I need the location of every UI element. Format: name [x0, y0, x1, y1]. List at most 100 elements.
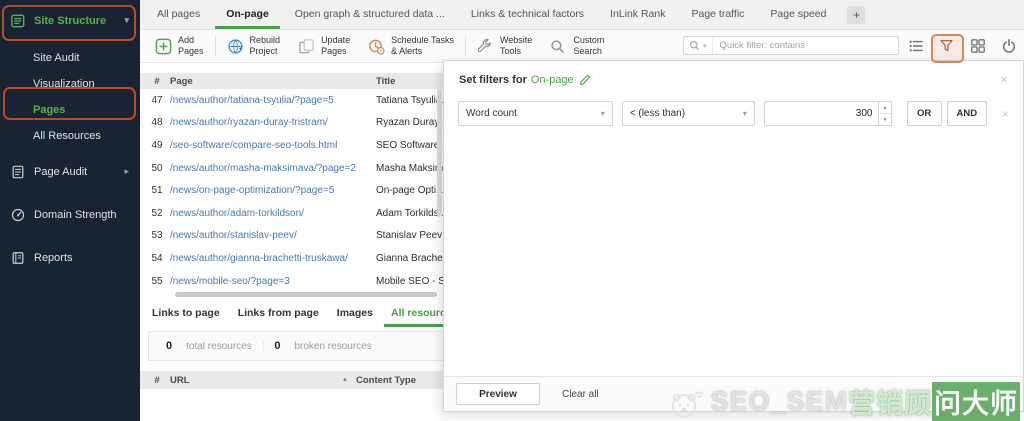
- add-pages-icon: [155, 38, 172, 55]
- column-header-num[interactable]: #: [144, 76, 170, 87]
- stepper-up-icon[interactable]: ▲: [879, 102, 890, 114]
- schedule-tasks-alerts-button[interactable]: Schedule Tasks& Alerts: [359, 35, 463, 58]
- resource-tab-links-from-page[interactable]: Links from page: [229, 302, 328, 327]
- row-number: 55: [144, 276, 170, 287]
- page-link[interactable]: /news/mobile-seo/?page=3: [170, 276, 376, 287]
- sidebar-item-all-resources[interactable]: All Resources: [0, 123, 140, 149]
- pencil-icon[interactable]: [579, 74, 591, 86]
- filter-field-select[interactable]: Word count ▾: [458, 101, 613, 126]
- resource-stats: 0 total resources | 0 broken resources: [148, 331, 474, 361]
- add-tab-button[interactable]: +: [847, 6, 865, 24]
- sort-asc-icon: ▲: [342, 377, 348, 383]
- resource-tab-links-to-page[interactable]: Links to page: [143, 302, 229, 327]
- filter-panel: Set filters for On-page × Word count ▾ <…: [443, 60, 1024, 412]
- pages-table: # Page Title 47 /news/author/tatiana-tsy…: [140, 73, 443, 292]
- sidebar-item-site-audit[interactable]: Site Audit: [0, 45, 140, 71]
- page-link[interactable]: /news/author/stanislav-peev/: [170, 230, 376, 241]
- toolbar-right-icons: [908, 38, 1017, 54]
- website-tools-button[interactable]: WebsiteTools: [468, 35, 541, 58]
- filter-panel-title: Set filters for: [459, 74, 527, 86]
- close-icon[interactable]: ×: [1000, 73, 1008, 86]
- page-title: On-page Opti...: [376, 185, 444, 196]
- table-row[interactable]: 49 /seo-software/compare-seo-tools.html …: [140, 134, 443, 157]
- total-resources-label: total resources: [186, 341, 252, 352]
- resource-tab-images[interactable]: Images: [328, 302, 382, 327]
- row-number: 53: [144, 230, 170, 241]
- vertical-scrollbar[interactable]: [437, 89, 442, 217]
- value-stepper: ▲ ▼: [879, 101, 891, 126]
- sidebar-item-visualization[interactable]: Visualization: [0, 71, 140, 97]
- clear-all-link[interactable]: Clear all: [562, 389, 599, 400]
- horizontal-scrollbar[interactable]: [175, 292, 437, 297]
- filter-operator-select[interactable]: < (less than) ▾: [622, 101, 755, 126]
- table-row[interactable]: 47 /news/author/tatiana-tsyulia/?page=5 …: [140, 89, 443, 112]
- tab-page-traffic[interactable]: Page traffic: [678, 1, 757, 29]
- rebuild-project-button[interactable]: RebuildProject: [218, 35, 290, 58]
- report-tabs: All pagesOn-pageOpen graph & structured …: [140, 0, 1024, 30]
- preview-button[interactable]: Preview: [456, 383, 540, 405]
- chevron-down-icon: ▾: [601, 109, 605, 118]
- toolbar-separator: [215, 36, 216, 56]
- table-row[interactable]: 55 /news/mobile-seo/?page=3 Mobile SEO -…: [140, 270, 443, 293]
- column-header-title[interactable]: Title: [376, 76, 443, 87]
- and-button[interactable]: AND: [947, 101, 987, 126]
- page-link[interactable]: /news/author/masha-maksimava/?page=2: [170, 163, 376, 174]
- sidebar-item-domain-strength[interactable]: Domain Strength: [0, 200, 140, 229]
- page-link[interactable]: /news/author/gianna-brachetti-truskawa/: [170, 253, 376, 264]
- sidebar-nav: Site Structure ▾ Site Audit Visualizatio…: [0, 6, 140, 272]
- sidebar-item-site-structure[interactable]: Site Structure ▾: [0, 6, 140, 35]
- tab-open-graph-structured-data[interactable]: Open graph & structured data ...: [282, 1, 458, 29]
- add-pages-button[interactable]: AddPages: [146, 35, 213, 58]
- tab-inlink-rank[interactable]: InLink Rank: [597, 1, 678, 29]
- page-link[interactable]: /news/author/ryazan-duray-tristram/: [170, 117, 376, 128]
- sidebar-item-reports[interactable]: Reports: [0, 243, 140, 272]
- wrench-icon: [477, 38, 494, 55]
- table-row[interactable]: 52 /news/author/adam-torkildson/ Adam To…: [140, 202, 443, 225]
- update-pages-button[interactable]: UpdatePages: [289, 35, 359, 58]
- tab-links-technical-factors[interactable]: Links & technical factors: [458, 1, 597, 29]
- quick-filter-input[interactable]: ▾ Quick filter: contains: [683, 36, 899, 55]
- filter-value-input[interactable]: 300: [764, 101, 880, 126]
- pages-table-header: # Page Title: [140, 73, 443, 89]
- column-header-num[interactable]: #: [144, 375, 170, 386]
- column-header-url[interactable]: URL ▲: [170, 375, 356, 386]
- row-number: 47: [144, 95, 170, 106]
- stepper-down-icon[interactable]: ▼: [879, 114, 890, 125]
- tab-on-page[interactable]: On-page: [213, 1, 282, 29]
- sidebar-item-pages[interactable]: Pages: [0, 97, 140, 123]
- schedule-icon: [368, 38, 385, 55]
- page-link[interactable]: /news/author/tatiana-tsyulia/?page=5: [170, 95, 376, 106]
- chevron-down-icon: ▾: [743, 109, 747, 118]
- power-icon[interactable]: [1001, 38, 1017, 54]
- rebuild-project-icon: [227, 38, 244, 55]
- table-row[interactable]: 51 /news/on-page-optimization/?page=5 On…: [140, 179, 443, 202]
- sidebar-item-page-audit[interactable]: Page Audit ▸: [0, 157, 140, 186]
- tab-page-speed[interactable]: Page speed: [757, 1, 839, 29]
- filter-condition-row: Word count ▾ < (less than) ▾ 300 ▲ ▼ OR …: [458, 101, 1009, 126]
- remove-condition-icon[interactable]: ×: [1002, 107, 1009, 121]
- tab-all-pages[interactable]: All pages: [144, 1, 213, 29]
- table-row[interactable]: 54 /news/author/gianna-brachetti-truskaw…: [140, 247, 443, 270]
- grid-icon[interactable]: [970, 38, 986, 54]
- page-title: Mobile SEO - S...: [376, 276, 453, 287]
- funnel-icon[interactable]: [939, 38, 955, 54]
- list-view-icon[interactable]: [908, 38, 924, 54]
- row-number: 54: [144, 253, 170, 264]
- toolbar-separator: [465, 36, 466, 56]
- filter-panel-footer: Preview Clear all: [444, 376, 1023, 411]
- column-header-page[interactable]: Page: [170, 76, 376, 87]
- custom-search-button[interactable]: CustomSearch: [541, 35, 613, 58]
- structure-icon: [11, 13, 26, 28]
- search-icon: [689, 40, 700, 51]
- row-number: 52: [144, 208, 170, 219]
- table-row[interactable]: 48 /news/author/ryazan-duray-tristram/ R…: [140, 112, 443, 135]
- page-link[interactable]: /seo-software/compare-seo-tools.html: [170, 140, 376, 151]
- row-number: 50: [144, 163, 170, 174]
- filter-target: On-page: [531, 74, 574, 86]
- or-button[interactable]: OR: [907, 101, 942, 126]
- report-icon: [11, 250, 26, 265]
- table-row[interactable]: 53 /news/author/stanislav-peev/ Stanisla…: [140, 225, 443, 248]
- page-link[interactable]: /news/on-page-optimization/?page=5: [170, 185, 376, 196]
- table-row[interactable]: 50 /news/author/masha-maksimava/?page=2 …: [140, 157, 443, 180]
- page-link[interactable]: /news/author/adam-torkildson/: [170, 208, 376, 219]
